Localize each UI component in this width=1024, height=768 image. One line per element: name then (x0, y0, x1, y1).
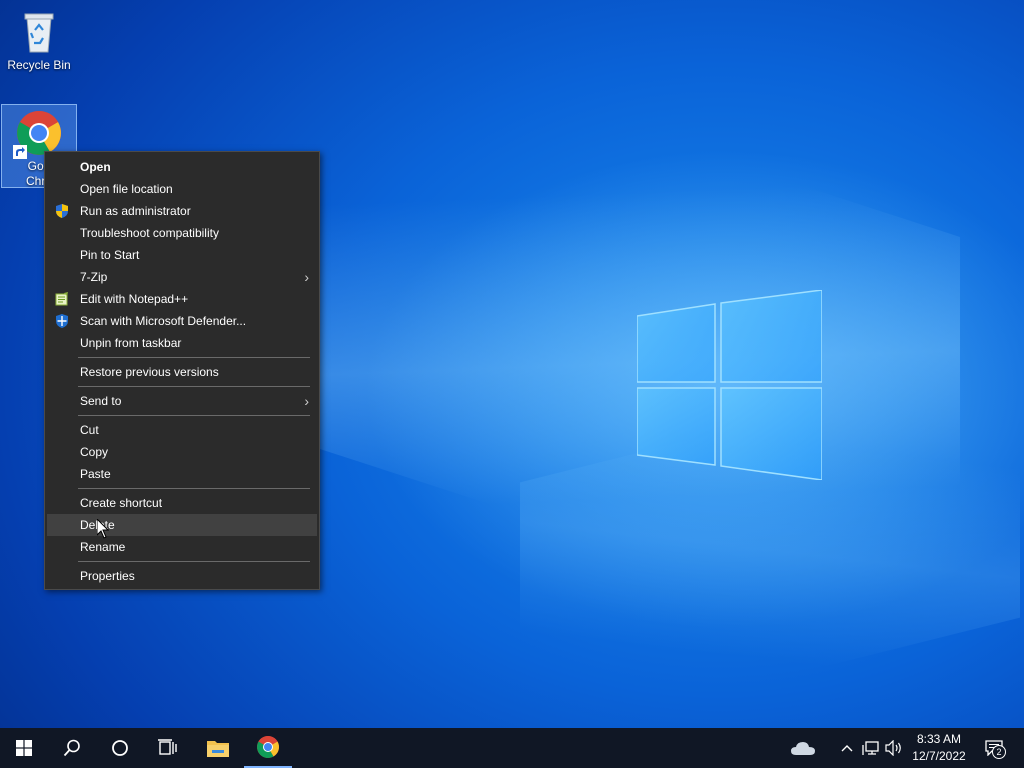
defender-shield-icon (56, 314, 68, 328)
chevron-up-icon (841, 745, 853, 752)
search-button[interactable] (48, 728, 96, 768)
onedrive-cloud-icon (791, 742, 815, 755)
menu-item-send-to[interactable]: Send to › (47, 390, 317, 412)
menu-item-unpin-from-taskbar[interactable]: Unpin from taskbar (47, 332, 317, 354)
menu-item-pin-to-start[interactable]: Pin to Start (47, 244, 317, 266)
menu-item-scan-with-defender[interactable]: Scan with Microsoft Defender... (47, 310, 317, 332)
menu-item-label: Unpin from taskbar (80, 336, 182, 350)
menu-item-label: Open file location (80, 182, 173, 196)
windows-start-icon (16, 740, 32, 756)
onedrive-tray-button[interactable] (786, 728, 820, 768)
file-explorer-icon (207, 741, 229, 757)
menu-separator (78, 415, 310, 416)
cortana-icon (112, 740, 128, 756)
taskbar: 8:33 AM 12/7/2022 2 (0, 728, 1024, 768)
menu-item-label: Open (80, 160, 111, 174)
network-tray-button[interactable] (860, 728, 882, 768)
mouse-cursor-icon (97, 519, 109, 539)
action-center-button[interactable]: 2 (978, 728, 1010, 768)
file-explorer-button[interactable] (194, 728, 242, 768)
menu-separator (78, 488, 310, 489)
show-hidden-icons-button[interactable] (838, 728, 856, 768)
network-icon (862, 741, 879, 755)
menu-item-label: Edit with Notepad++ (80, 292, 189, 306)
menu-item-7zip[interactable]: 7-Zip › (47, 266, 317, 288)
menu-item-label: Troubleshoot compatibility (80, 226, 219, 240)
shortcut-arrow-icon (13, 145, 27, 159)
menu-item-label: Send to (80, 394, 122, 408)
menu-item-restore-previous-versions[interactable]: Restore previous versions (47, 361, 317, 383)
menu-item-copy[interactable]: Copy (47, 441, 317, 463)
menu-item-label: Create shortcut (80, 496, 163, 510)
menu-item-properties[interactable]: Properties (47, 565, 317, 587)
search-icon (63, 739, 80, 757)
menu-item-label: Restore previous versions (80, 365, 219, 379)
menu-item-open-file-location[interactable]: Open file location (47, 178, 317, 200)
task-view-button[interactable] (144, 728, 192, 768)
task-view-icon (158, 739, 177, 755)
menu-item-label: 7-Zip (80, 270, 108, 284)
menu-item-label: Rename (80, 540, 126, 554)
menu-item-label: Cut (80, 423, 99, 437)
menu-item-create-shortcut[interactable]: Create shortcut (47, 492, 317, 514)
notification-icon: 2 (985, 740, 1006, 759)
menu-item-label: Run as administrator (80, 204, 191, 218)
chrome-icon (13, 109, 63, 159)
menu-item-troubleshoot-compatibility[interactable]: Troubleshoot compatibility (47, 222, 317, 244)
submenu-arrow-icon: › (304, 393, 309, 409)
recycle-bin-icon (15, 8, 63, 56)
submenu-arrow-icon: › (304, 269, 309, 285)
menu-item-label: Scan with Microsoft Defender... (80, 314, 247, 328)
menu-item-rename[interactable]: Rename (47, 536, 317, 558)
speaker-icon (885, 740, 901, 756)
notepadpp-icon (55, 292, 68, 306)
menu-item-edit-with-notepadpp[interactable]: Edit with Notepad++ (47, 288, 317, 310)
menu-item-open[interactable]: Open (47, 156, 317, 178)
menu-item-cut[interactable]: Cut (47, 419, 317, 441)
menu-item-paste[interactable]: Paste (47, 463, 317, 485)
taskbar-clock[interactable]: 8:33 AM 12/7/2022 (905, 731, 973, 765)
clock-time: 8:33 AM (916, 732, 962, 746)
menu-item-label: Paste (80, 467, 111, 481)
menu-item-label: Pin to Start (80, 248, 140, 262)
menu-item-label: Copy (80, 445, 109, 459)
recycle-bin-label: Recycle Bin (7, 58, 71, 72)
windows-logo-wallpaper (637, 290, 822, 480)
clock-date: 12/7/2022 (912, 749, 966, 763)
menu-item-delete[interactable]: Delete (47, 514, 317, 536)
chrome-taskbar-button[interactable] (244, 728, 292, 768)
menu-item-label: Properties (80, 569, 135, 583)
volume-tray-button[interactable] (884, 728, 904, 768)
menu-separator (78, 561, 310, 562)
notification-count-badge: 2 (992, 745, 1006, 759)
context-menu: Open Open file location Run as administr… (44, 151, 320, 590)
uac-shield-icon (56, 204, 68, 218)
chrome-icon (257, 736, 279, 758)
menu-separator (78, 357, 310, 358)
desktop[interactable]: Recycle Bin Goo Chro Open Open file loca… (0, 0, 1024, 728)
desktop-icon-recycle-bin[interactable]: Recycle Bin (1, 4, 77, 73)
menu-item-run-as-administrator[interactable]: Run as administrator (47, 200, 317, 222)
start-button[interactable] (0, 728, 48, 768)
cortana-button[interactable] (96, 728, 144, 768)
light-beam (240, 3, 960, 657)
menu-separator (78, 386, 310, 387)
